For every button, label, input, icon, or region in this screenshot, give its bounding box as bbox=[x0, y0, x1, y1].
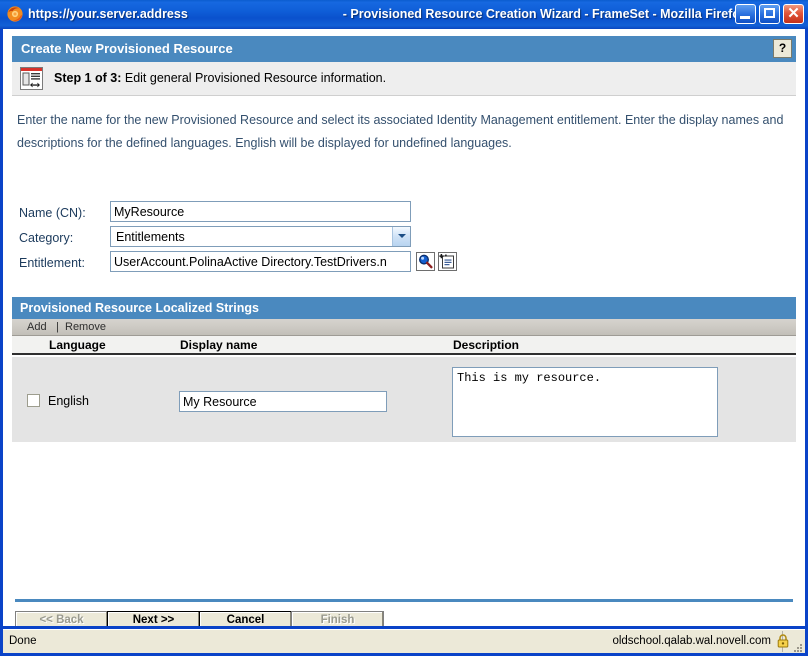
maximize-icon bbox=[764, 8, 775, 18]
localized-strings-table-header: Language Display name Description bbox=[12, 336, 796, 355]
browser-window: https://your.server.address - Provisione… bbox=[0, 0, 808, 656]
remove-link[interactable]: Remove bbox=[65, 320, 106, 335]
name-input[interactable]: MyResource bbox=[110, 201, 411, 222]
add-link[interactable]: Add bbox=[27, 320, 47, 335]
minimize-icon bbox=[740, 16, 750, 19]
search-icon[interactable] bbox=[416, 252, 435, 271]
category-label: Category: bbox=[19, 231, 74, 245]
close-icon: ✕ bbox=[787, 5, 800, 22]
category-selected-value: Entitlements bbox=[116, 230, 185, 244]
new-object-icon[interactable] bbox=[438, 252, 457, 271]
display-name-input[interactable]: My Resource bbox=[179, 391, 387, 412]
localized-strings-title: Provisioned Resource Localized Strings bbox=[20, 301, 259, 315]
wizard-step-number: Step 1 of 3: bbox=[54, 71, 122, 85]
wizard-header-bar: Create New Provisioned Resource ? bbox=[12, 36, 796, 62]
wizard-step-bar: Step 1 of 3: Edit general Provisioned Re… bbox=[12, 62, 796, 96]
resize-grip[interactable] bbox=[792, 640, 803, 652]
wizard-instructions: Enter the name for the new Provisioned R… bbox=[17, 113, 784, 150]
description-textarea[interactable]: This is my resource. bbox=[452, 367, 718, 437]
button-bar-separator bbox=[15, 599, 793, 602]
wizard-step-icon bbox=[20, 67, 43, 90]
firefox-icon bbox=[6, 5, 24, 23]
status-text: Done bbox=[9, 635, 37, 647]
entitlement-label: Entitlement: bbox=[19, 256, 86, 270]
maximize-button[interactable] bbox=[759, 4, 780, 24]
column-header-display-name: Display name bbox=[180, 338, 258, 352]
wizard-step-text: Step 1 of 3: Edit general Provisioned Re… bbox=[54, 70, 386, 87]
localized-strings-toolbar: Add | Remove bbox=[12, 319, 796, 336]
cancel-button[interactable]: Cancel bbox=[199, 611, 292, 626]
next-button[interactable]: Next >> bbox=[107, 611, 200, 626]
window-title: https://your.server.address - Provisione… bbox=[28, 5, 747, 24]
close-button[interactable]: ✕ bbox=[783, 4, 804, 24]
localized-strings-panel-header: Provisioned Resource Localized Strings bbox=[12, 297, 796, 319]
column-header-language: Language bbox=[49, 338, 106, 352]
status-bar: Done oldschool.qalab.wal.novell.com bbox=[3, 629, 805, 653]
chevron-down-icon[interactable] bbox=[392, 227, 410, 246]
name-label: Name (CN): bbox=[19, 206, 86, 220]
back-button[interactable]: << Back bbox=[15, 611, 108, 626]
table-row: English My Resource This is my resource. bbox=[12, 357, 796, 442]
wizard-step-description: Edit general Provisioned Resource inform… bbox=[124, 71, 387, 85]
window-title-url: https://your.server.address bbox=[28, 7, 188, 21]
toolbar-separator: | bbox=[56, 321, 59, 333]
row-language-label: English bbox=[48, 394, 89, 408]
padlock-icon bbox=[777, 634, 789, 648]
minimize-button[interactable] bbox=[735, 4, 756, 24]
window-title-rest: - Provisioned Resource Creation Wizard -… bbox=[342, 7, 747, 21]
page-content: Create New Provisioned Resource ? Step 1… bbox=[3, 29, 805, 626]
help-button[interactable]: ? bbox=[773, 39, 792, 58]
wizard-title: Create New Provisioned Resource bbox=[21, 41, 233, 56]
column-header-description: Description bbox=[453, 338, 520, 352]
window-titlebar: https://your.server.address - Provisione… bbox=[0, 0, 808, 29]
finish-button[interactable]: Finish bbox=[291, 611, 384, 626]
category-select[interactable]: Entitlements bbox=[110, 226, 411, 247]
row-select-checkbox[interactable] bbox=[27, 394, 40, 407]
status-host-name: oldschool.qalab.wal.novell.com bbox=[612, 635, 771, 647]
entitlement-input[interactable]: UserAccount.PolinaActive Directory.TestD… bbox=[110, 251, 411, 272]
